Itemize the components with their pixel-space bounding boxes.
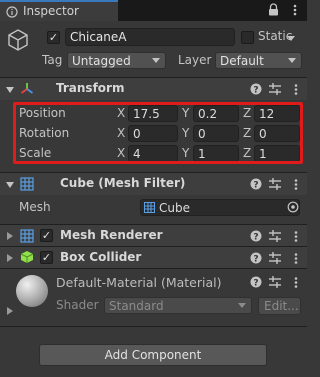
help-icon[interactable]: ? [250,276,262,288]
help-icon[interactable]: ? [250,83,262,95]
gameobject-cube-icon [8,29,28,51]
presets-icon[interactable] [268,251,282,265]
mesh-renderer-title: Mesh Renderer [60,228,163,242]
svg-text:?: ? [253,233,258,243]
object-picker-icon[interactable] [287,201,299,213]
mesh-value: Cube [159,201,190,215]
svg-text:?: ? [253,255,258,265]
mesh-filter-title: Cube (Mesh Filter) [60,176,186,190]
separator [0,268,307,269]
layer-dropdown[interactable]: Default [215,52,302,69]
object-name-field[interactable]: ChicaneA [65,28,235,46]
box-collider-foldout-icon[interactable] [7,254,13,262]
tab-menu-icon[interactable] [292,3,298,17]
transform-icon [20,83,34,94]
mesh-label: Mesh [19,200,51,214]
add-component-button[interactable]: Add Component [39,344,267,366]
component-menu-icon[interactable] [293,252,299,265]
help-icon[interactable]: ? [250,252,262,264]
material-preview-sphere [16,275,48,307]
help-icon[interactable]: ? [250,178,262,190]
shader-edit-button[interactable]: Edit... [258,297,301,315]
presets-icon[interactable] [268,82,282,96]
material-title: Default-Material (Material) [56,275,222,290]
mesh-filter-foldout-icon[interactable] [6,182,14,188]
svg-text:?: ? [253,181,258,191]
info-icon [6,6,18,18]
lock-icon[interactable] [268,3,279,16]
material-foldout-icon[interactable] [7,307,13,315]
transform-title: Transform [56,81,125,95]
tab-label: Inspector [23,4,79,18]
shader-label: Shader [56,298,99,312]
svg-text:?: ? [253,279,258,289]
transform-foldout-icon[interactable] [6,87,14,93]
box-collider-title: Box Collider [60,250,142,264]
svg-text:?: ? [253,86,258,96]
mesh-renderer-enabled-checkbox[interactable]: ✓ [40,229,53,242]
separator [0,326,307,327]
static-checkbox[interactable] [241,31,254,44]
presets-icon[interactable] [268,275,282,289]
component-menu-icon[interactable] [293,178,299,191]
mesh-grid-icon [144,202,155,213]
active-checkbox[interactable]: ✓ [47,31,60,44]
tag-value: Untagged [72,54,131,68]
tab-inspector[interactable]: Inspector [0,0,118,21]
shader-value: Standard [109,299,164,313]
mesh-filter-grid-icon [20,177,34,191]
box-collider-cube-icon [20,251,34,263]
presets-icon[interactable] [268,229,282,243]
tag-dropdown[interactable]: Untagged [67,52,166,69]
box-collider-enabled-checkbox[interactable]: ✓ [40,251,53,264]
component-menu-icon[interactable] [293,83,299,96]
static-dropdown-arrow[interactable] [287,36,295,41]
shader-dropdown[interactable]: Standard [104,297,252,314]
mesh-renderer-foldout-icon[interactable] [7,232,13,240]
tag-label: Tag [42,53,63,67]
mesh-object-field[interactable]: Cube [140,199,300,216]
component-menu-icon[interactable] [293,276,299,289]
layer-value: Default [220,54,264,68]
mesh-renderer-grid-icon [20,229,34,243]
presets-icon[interactable] [268,177,282,191]
layer-label: Layer [178,53,212,67]
component-menu-icon[interactable] [293,230,299,243]
help-icon[interactable]: ? [250,230,262,242]
transform-highlight-box [13,102,303,164]
